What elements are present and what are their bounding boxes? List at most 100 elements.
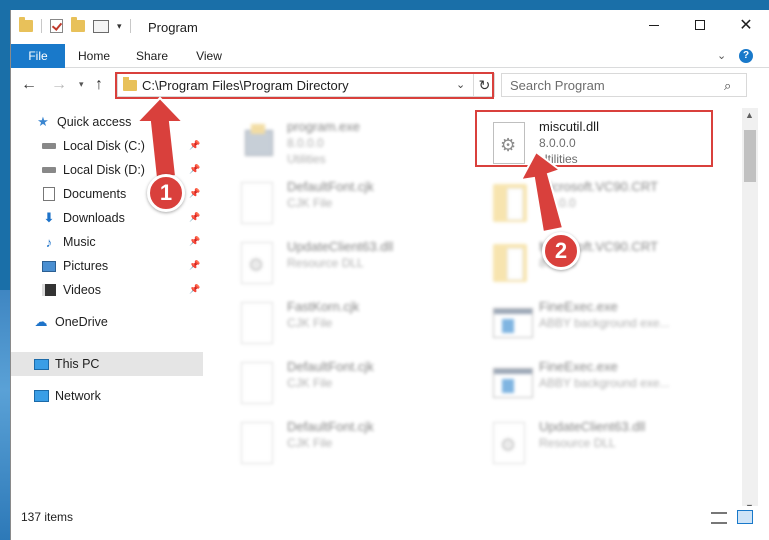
app-window-icon [493,362,533,406]
setup-exe-icon [241,122,277,166]
file-type: CJK File [287,436,333,450]
blank-file-icon [241,182,277,226]
tab-home[interactable]: Home [71,44,117,68]
sidebar-item-videos[interactable]: Videos 📌 [11,278,203,302]
close-button[interactable]: ✕ [723,10,769,40]
folder-icon [493,182,529,226]
sidebar-item-pictures[interactable]: Pictures 📌 [11,254,203,278]
search-placeholder: Search Program [510,78,605,93]
file-name: DefaultFont.cjk [287,419,374,434]
pin-icon[interactable]: 📌 [189,212,200,223]
desktop-background [0,290,10,540]
vertical-scrollbar[interactable]: ▲ ▼ [742,108,758,516]
tiles-view-icon[interactable] [737,510,753,524]
documents-icon [41,187,57,201]
pin-icon[interactable]: 📌 [189,260,200,271]
sidebar-item-music[interactable]: ♪ Music 📌 [11,230,203,254]
file-item[interactable]: DefaultFont.cjk CJK File [229,356,469,412]
expand-ribbon-icon[interactable]: ⌄ [717,49,726,62]
file-item[interactable]: Microsoft.VC90.CRT 8.0.0.0 [481,236,721,292]
sidebar-item-label: Downloads [63,211,125,225]
folder-icon[interactable] [19,17,33,32]
file-name: DefaultFont.cjk [287,359,374,374]
dll-gear-icon [241,242,277,286]
pin-icon[interactable]: 📌 [189,188,200,199]
search-icon[interactable]: ⌕ [724,78,731,94]
sidebar-item-label: Music [63,235,96,249]
sidebar-item-label: Documents [63,187,127,201]
callout-2: 2 [542,232,580,270]
file-item[interactable]: UpdateClient63.dll Resource DLL [229,236,469,292]
file-name: UpdateClient63.dll [287,239,394,254]
explorer-window: ▾ Program ✕ File Home Share View ⌄ ? ← →… [10,10,769,540]
sidebar-item-label: Local Disk (C:) [63,139,145,153]
file-description: ABBY background exe... [539,316,670,330]
sidebar-item-local-disk-c[interactable]: Local Disk (C:) 📌 [11,134,203,158]
file-item[interactable]: FineExec.exe ABBY background exe... [481,356,721,412]
toolbar-dropdown-icon[interactable]: ▾ [117,21,122,32]
window-title: Program [148,20,198,35]
sidebar-item-network[interactable]: Network [11,384,203,408]
scroll-thumb[interactable] [744,130,756,182]
sidebar-item-label: Network [55,389,101,403]
file-type: CJK File [287,316,333,330]
dll-gear-icon [493,422,529,466]
blank-file-icon [241,422,277,466]
sidebar-item-this-pc[interactable]: This PC [11,352,203,376]
pin-icon[interactable]: 📌 [189,140,200,151]
tab-view[interactable]: View [187,44,231,68]
maximize-button[interactable] [677,10,723,40]
file-item[interactable]: DefaultFont.cjk CJK File [229,416,469,472]
pin-icon[interactable]: 📌 [189,284,200,295]
callout-1: 1 [147,174,185,212]
file-version: 8.0.0.0 [539,196,576,210]
file-item[interactable]: DefaultFont.cjk CJK File [229,176,469,232]
details-view-icon[interactable] [711,512,727,524]
navigation-pane: ★ Quick access Local Disk (C:) 📌 Local D… [11,108,203,500]
sidebar-item-quick-access[interactable]: ★ Quick access [11,110,203,134]
back-button[interactable]: ← [21,76,37,94]
file-type: CJK File [287,196,333,210]
status-bar: 137 items [11,506,769,530]
scroll-up-icon[interactable]: ▲ [745,110,754,120]
file-type: CJK File [287,376,333,390]
file-item[interactable]: program.exe 8.0.0.0 Utilities [229,116,469,172]
music-icon: ♪ [45,234,53,250]
minimize-button[interactable] [631,10,677,40]
tab-share[interactable]: Share [129,44,175,68]
close-icon: ✕ [739,17,753,34]
network-icon [33,389,49,403]
file-name: DefaultFont.cjk [287,179,374,194]
file-item[interactable]: Microsoft.VC90.CRT 8.0.0.0 [481,176,721,232]
pin-icon[interactable]: 📌 [189,164,200,175]
file-type: Resource DLL [287,256,364,270]
miscutil-highlight [475,110,713,167]
up-button[interactable]: ↑ [95,76,103,94]
file-name: UpdateClient63.dll [539,419,646,434]
file-item[interactable]: FineExec.exe ABBY background exe... [481,296,721,352]
file-item[interactable]: FastKorn.cjk CJK File [229,296,469,352]
file-name: program.exe [287,119,360,134]
file-type: Resource DLL [539,436,616,450]
help-icon[interactable]: ? [739,49,753,63]
tab-file[interactable]: File [11,44,65,68]
search-input[interactable]: Search Program ⌕ [501,73,747,97]
properties-check-icon[interactable] [50,19,63,33]
pin-icon[interactable]: 📌 [189,236,200,247]
item-count: 137 items [21,510,74,524]
sidebar-item-label: OneDrive [55,315,108,329]
customize-toolbar-icon[interactable] [93,19,109,33]
address-bar-highlight [115,72,494,99]
file-name: FastKorn.cjk [287,299,360,314]
ribbon-tabs: File Home Share View ⌄ ? [11,44,769,68]
sidebar-item-onedrive[interactable]: ☁ OneDrive [11,310,203,334]
file-name: FineExec.exe [539,299,618,314]
sidebar-item-label: Videos [63,283,101,297]
folder-icon [493,242,529,286]
recent-locations-icon[interactable]: ▾ [79,79,84,90]
forward-button[interactable]: → [51,76,67,94]
new-folder-icon[interactable] [71,17,85,32]
computer-icon [33,357,49,371]
file-item[interactable]: UpdateClient63.dll Resource DLL [481,416,721,472]
file-name: Microsoft.VC90.CRT [539,179,658,194]
